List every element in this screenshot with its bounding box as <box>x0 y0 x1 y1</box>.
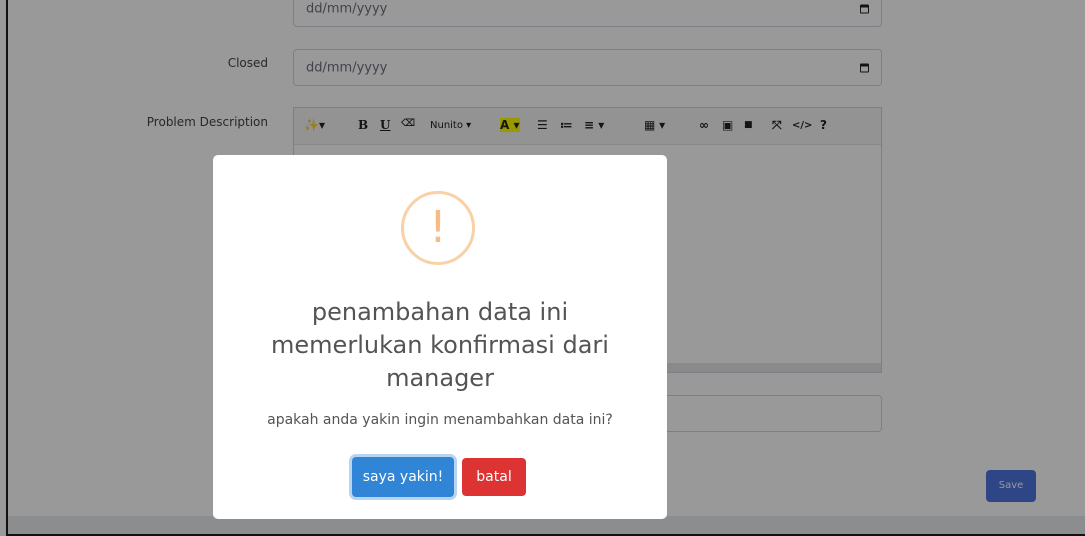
window-border-left <box>6 0 8 536</box>
cancel-button[interactable]: batal <box>462 458 526 496</box>
warning-icon-mark: ! <box>429 202 447 253</box>
confirm-button[interactable]: saya yakin! <box>352 457 454 497</box>
screen: dd/mm/yyyy Closed dd/mm/yyyy Problem Des… <box>0 0 1085 536</box>
warning-icon: ! <box>401 191 475 265</box>
dialog-title: penambahan data ini memerlukan konfirmas… <box>271 298 609 392</box>
confirmation-dialog: ! penambahan data ini memerlukan konfirm… <box>213 155 667 519</box>
dialog-message: apakah anda yakin ingin menambahkan data… <box>267 412 613 428</box>
